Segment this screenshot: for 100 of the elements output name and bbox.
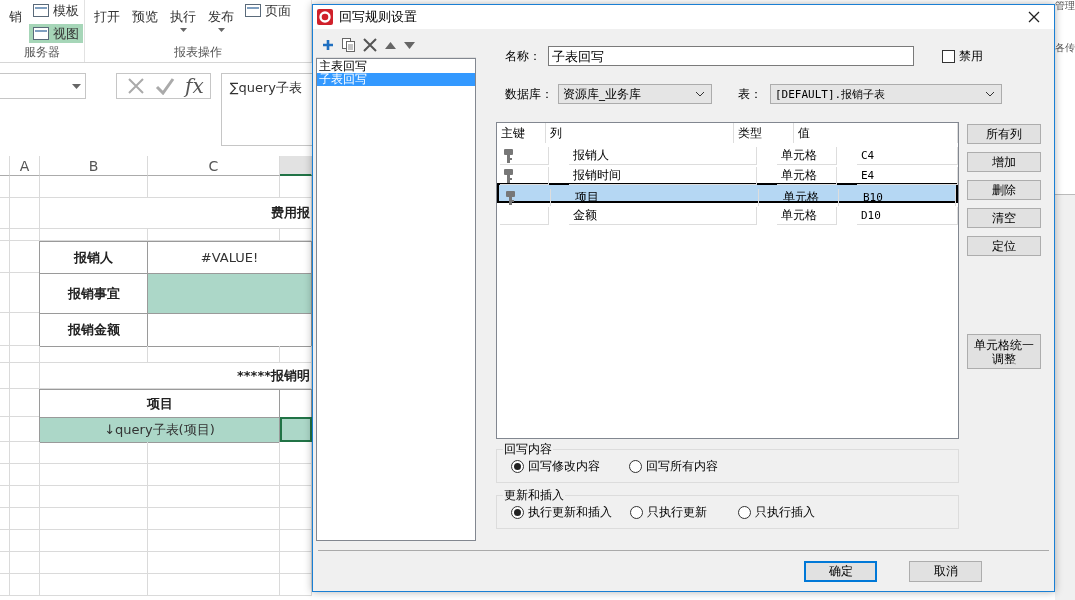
dialog-button[interactable]: 确定 (804, 560, 877, 582)
ribbon-button[interactable]: 销 (4, 0, 27, 26)
window-title: 回写规则设置 (339, 8, 418, 26)
action-button[interactable]: 所有列 (967, 124, 1041, 144)
grid-row[interactable]: 金额 单元格 D10 (497, 203, 958, 223)
ribbon-button[interactable]: 模板 (29, 1, 83, 20)
table-cell: 单元格 (777, 207, 837, 225)
row-header (0, 464, 10, 486)
radio-label: 回写所有内容 (646, 457, 718, 475)
dropdown-icon (72, 83, 81, 89)
ribbon-button[interactable]: 发布 (203, 0, 239, 32)
window-icon (33, 27, 49, 40)
group-label: 报表操作 (173, 44, 223, 61)
column-header: C (148, 156, 280, 176)
radio-label: 只执行更新 (647, 503, 707, 521)
table-cell (10, 442, 40, 464)
dropdown[interactable]: [DEFAULT].报销子表 (770, 84, 1002, 104)
row-header (0, 574, 10, 596)
ribbon-button[interactable]: 视图 (29, 24, 83, 43)
action-button[interactable]: 删除 (967, 180, 1041, 200)
table-cell: 单元格 (777, 147, 837, 165)
table-cell (10, 229, 40, 241)
radio-button[interactable] (511, 505, 524, 519)
column-header: 列 (546, 123, 734, 143)
radio-button[interactable] (630, 505, 643, 519)
checkbox[interactable] (942, 49, 955, 63)
ribbon-button[interactable]: 页面 (241, 1, 295, 20)
row-header (0, 508, 10, 530)
column-header (280, 156, 312, 176)
table-cell: B10 (859, 189, 956, 206)
table-cell (10, 574, 40, 596)
radio-label: 只执行插入 (755, 503, 815, 521)
function-button[interactable]: fx (185, 74, 204, 98)
cross-icon[interactable] (363, 38, 377, 52)
radio-button[interactable] (738, 505, 751, 519)
table-cell (10, 198, 40, 229)
table-cell: 报销人 (569, 147, 757, 165)
row-header (0, 530, 10, 552)
check-icon[interactable] (155, 77, 175, 95)
action-button[interactable]: 单元格统一调整 (967, 334, 1041, 369)
grid-row[interactable]: 报销人 单元格 C4 (497, 143, 958, 163)
table-cell (10, 363, 40, 389)
dropdown[interactable]: 资源库_业务库 (558, 84, 712, 104)
dialog-button[interactable]: 取消 (909, 560, 982, 582)
group-title: 回写内容 (503, 441, 553, 458)
chevron-icon (985, 91, 995, 97)
row-header (0, 442, 10, 464)
ribbon-button[interactable]: 预览 (127, 0, 163, 26)
group-title: 更新和插入 (503, 487, 565, 504)
table-cell: 报销金额 (39, 313, 148, 347)
ribbon-button[interactable]: 执行 (165, 0, 201, 32)
action-button[interactable]: 清空 (967, 208, 1041, 228)
row-header (0, 273, 10, 313)
column-header: 值 (794, 123, 958, 143)
table-cell (10, 508, 40, 530)
table-cell (10, 486, 40, 508)
table-cell (10, 552, 40, 574)
column-header: 类型 (734, 123, 794, 143)
app-icon (317, 9, 333, 25)
radio-button[interactable] (629, 459, 642, 473)
ribbon-button[interactable]: 打开 (89, 0, 125, 26)
radio-label: 回写修改内容 (528, 457, 600, 475)
name-field[interactable]: 子表回写 (548, 46, 914, 66)
field-label: 数据库： (505, 85, 554, 103)
column-header: A (10, 156, 40, 176)
field-label: 表： (738, 85, 762, 103)
table-cell: C4 (857, 147, 958, 165)
table-cell: 金额 (569, 207, 757, 225)
table-cell: D10 (857, 207, 958, 225)
table-cell: ↓query子表(项目) (39, 417, 280, 443)
radio-button[interactable] (511, 459, 524, 473)
rule-item[interactable]: 主表回写 (317, 60, 475, 73)
column-header: 主键 (497, 123, 546, 143)
down-arrow-icon[interactable] (404, 41, 415, 49)
up-arrow-icon[interactable] (385, 41, 396, 49)
table-cell (280, 417, 312, 442)
row-header (0, 552, 10, 574)
chevron-icon (695, 91, 705, 97)
row-header (0, 389, 10, 417)
row-header (0, 176, 10, 198)
action-button[interactable]: 增加 (967, 152, 1041, 172)
ribbon-label: 管理 (1055, 0, 1075, 12)
table-cell (10, 176, 40, 198)
copy-icon[interactable] (342, 38, 355, 52)
row-header (0, 486, 10, 508)
close-icon (1028, 11, 1040, 23)
corner-cell (0, 156, 10, 176)
ribbon-label: 各传 (1055, 42, 1075, 54)
group-label: 服务器 (23, 44, 61, 61)
table-cell: 报销人 (39, 241, 148, 274)
plus-icon[interactable] (322, 39, 334, 51)
radio-label: 执行更新和插入 (528, 503, 612, 521)
table-cell (10, 464, 40, 486)
action-button[interactable]: 定位 (967, 236, 1041, 256)
field-label: 名称： (505, 47, 542, 65)
sheet-title: 费用报 (40, 198, 312, 229)
window-icon (245, 4, 261, 17)
checkbox-label: 禁用 (959, 47, 983, 65)
column-header: B (40, 156, 148, 176)
sheet-title: *****报销明 (40, 363, 312, 389)
